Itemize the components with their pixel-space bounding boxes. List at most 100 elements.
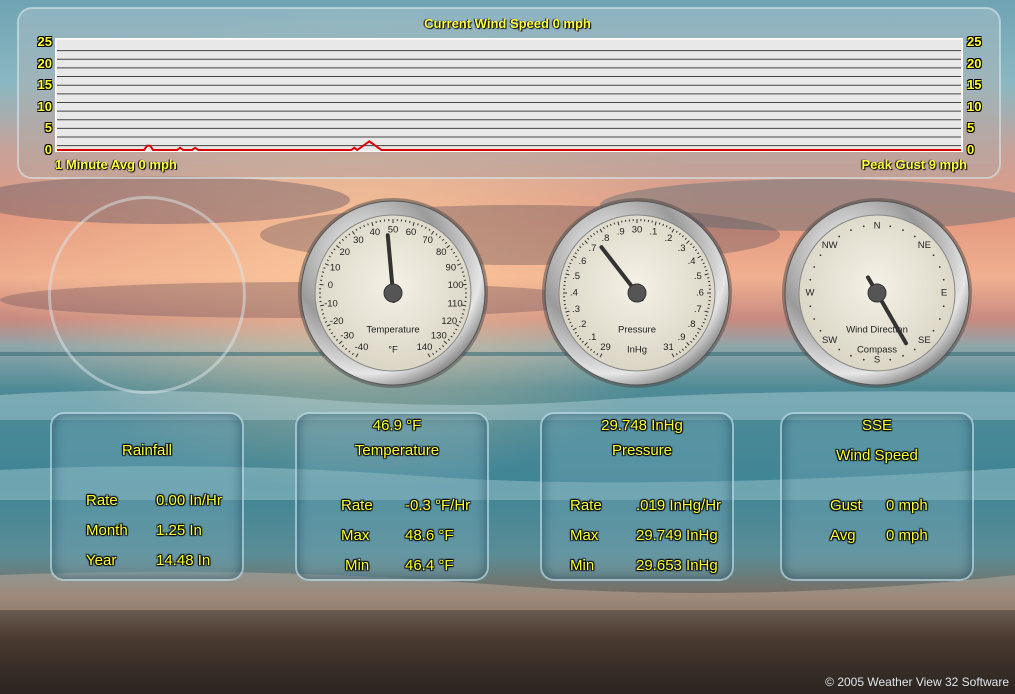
gauge-tick-label: .5 (694, 271, 702, 282)
compass-label: NW (822, 240, 838, 251)
wind-gust-value: 0 mph (886, 497, 928, 514)
gauge-tick-label: 60 (406, 227, 417, 238)
gauge-label: Pressure (618, 325, 656, 336)
wind-avg-label: Avg (830, 527, 856, 544)
peak-gust-label: Peak Gust 9 mph (861, 157, 967, 172)
gauge-tick-label: .4 (570, 288, 578, 299)
pressure-max-label: Max (570, 527, 599, 544)
temperature-panel: 46.9 °F Temperature Rate -0.3 °F/Hr Max … (295, 412, 489, 581)
gauge-tick-label: .7 (588, 243, 596, 254)
wind-title: Wind Speed (836, 447, 918, 464)
gauge-tick-label: 110 (447, 298, 462, 309)
gauge-tick-label: 20 (339, 247, 350, 258)
gauge-hub (383, 283, 403, 303)
gauge-unit: °F (388, 345, 398, 356)
temperature-rate-value: -0.3 °F/Hr (405, 497, 471, 514)
gauge-tick-label: .2 (665, 233, 673, 244)
gauge-tick-label: 100 (448, 280, 464, 291)
y-tick-left: 15 (37, 77, 52, 93)
gauge-tick-label: -20 (330, 316, 344, 327)
gauge-tick-label: 30 (632, 225, 643, 236)
temperature-current: 46.9 °F (372, 417, 422, 434)
gauge-tick-label: 70 (422, 235, 433, 246)
gauge-tick-label: -10 (324, 298, 338, 309)
gauge-tick-label: 50 (388, 225, 399, 236)
y-tick-right: 25 (967, 34, 982, 49)
gauge-unit: InHg (627, 345, 647, 356)
gauge-tick-label: .8 (602, 233, 610, 244)
wind-speed-chart (55, 38, 963, 152)
y-tick-left: 25 (37, 34, 52, 49)
gauge-tick-label: -30 (340, 331, 354, 342)
compass-label: N (874, 221, 881, 232)
gauge-tick-label: .8 (688, 319, 696, 330)
gauge-tick-label: .4 (688, 256, 696, 267)
gauge-tick-label: .6 (578, 256, 586, 267)
gauge-hub (627, 283, 647, 303)
y-tick-right: 5 (967, 120, 975, 136)
gauge-tick-label: 31 (663, 342, 674, 353)
gauge-tick-label: 130 (431, 331, 447, 342)
y-tick-left: 20 (37, 55, 52, 71)
wind-direction-gauge: NNEESESSWWNWWind DirectionCompass (782, 198, 972, 388)
gauge-sublabel: Compass (857, 345, 897, 356)
rainfall-year-label: Year (86, 552, 117, 569)
temperature-rate-label: Rate (341, 497, 373, 514)
pressure-panel: 29.748 InHg Pressure Rate .019 InHg/Hr M… (540, 412, 734, 581)
pressure-rate-label: Rate (570, 497, 602, 514)
chart-title: Current Wind Speed 0 mph (424, 16, 591, 31)
pressure-min-value: 29.653 InHg (636, 557, 718, 574)
rainfall-year-value: 14.48 In (156, 552, 211, 569)
y-tick-left: 5 (44, 120, 52, 136)
rain-gauge-ring (48, 196, 246, 394)
temperature-min-value: 46.4 °F (405, 557, 454, 574)
gauge-tick-label: .3 (572, 304, 580, 315)
wind-avg-value: 0 mph (886, 527, 928, 544)
gauge-tick-label: 90 (446, 263, 457, 274)
copyright-text: © 2005 Weather View 32 Software (825, 675, 1009, 689)
gauge-tick-label: 0 (328, 280, 333, 291)
compass-label: W (806, 288, 815, 299)
wind-panel: SSE Wind Speed Gust 0 mph Avg 0 mph (780, 412, 974, 581)
y-tick-left: 0 (44, 142, 52, 157)
gauge-tick-label: .3 (678, 243, 686, 254)
rainfall-panel: Rainfall Rate 0.00 In/Hr Month 1.25 In Y… (50, 412, 244, 581)
gauge-tick-label: 120 (441, 316, 457, 327)
y-tick-right: 0 (967, 142, 975, 157)
gauge-tick-label: -40 (355, 342, 369, 353)
temperature-gauge: -40-30-20-10010203040 50 60708090100110120… (298, 198, 488, 388)
compass-label: S (874, 355, 880, 366)
temperature-max-value: 48.6 °F (405, 527, 454, 544)
gauge-tick-label: 80 (436, 247, 447, 258)
temperature-max-label: Max (341, 527, 370, 544)
rainfall-month-label: Month (86, 522, 128, 539)
gauge-tick-label: .9 (617, 227, 625, 238)
wind-direction-current: SSE (861, 417, 892, 434)
y-tick-right: 20 (967, 55, 982, 71)
pressure-max-value: 29.749 InHg (636, 527, 718, 544)
gauge-tick-label: 10 (330, 263, 341, 274)
rainfall-rate-value: 0.00 In/Hr (156, 492, 222, 509)
rainfall-month-value: 1.25 In (156, 522, 202, 539)
pressure-gauge: 29.1.2.3.4.5.6.7.8.9 30.1.2.3.4.5.6.7.8.9… (542, 198, 732, 388)
gauge-tick-label: .7 (694, 304, 702, 315)
gauge-label: Temperature (366, 325, 419, 336)
compass-label: SW (822, 335, 837, 346)
gauge-tick-label: .1 (588, 332, 596, 343)
gauge-tick-label: .9 (678, 332, 686, 343)
pressure-title: Pressure (611, 442, 673, 459)
gauge-tick-label: 29 (600, 342, 611, 353)
one-minute-avg-label: 1 Minute Avg 0 mph (55, 157, 177, 172)
compass-label: SE (918, 335, 931, 346)
y-tick-right: 10 (967, 98, 982, 114)
gauge-tick-label: .5 (572, 271, 580, 282)
y-tick-right: 15 (967, 77, 982, 93)
gauge-hub (867, 283, 887, 303)
temperature-min-label: Min (345, 557, 370, 574)
rainfall-title: Rainfall (121, 442, 173, 459)
compass-label: E (941, 288, 947, 299)
gauge-tick-label: 40 (370, 227, 381, 238)
gauge-tick-label: .2 (578, 319, 586, 330)
wind-gust-label: Gust (830, 497, 862, 514)
pressure-current: 29.748 InHg (601, 417, 683, 434)
